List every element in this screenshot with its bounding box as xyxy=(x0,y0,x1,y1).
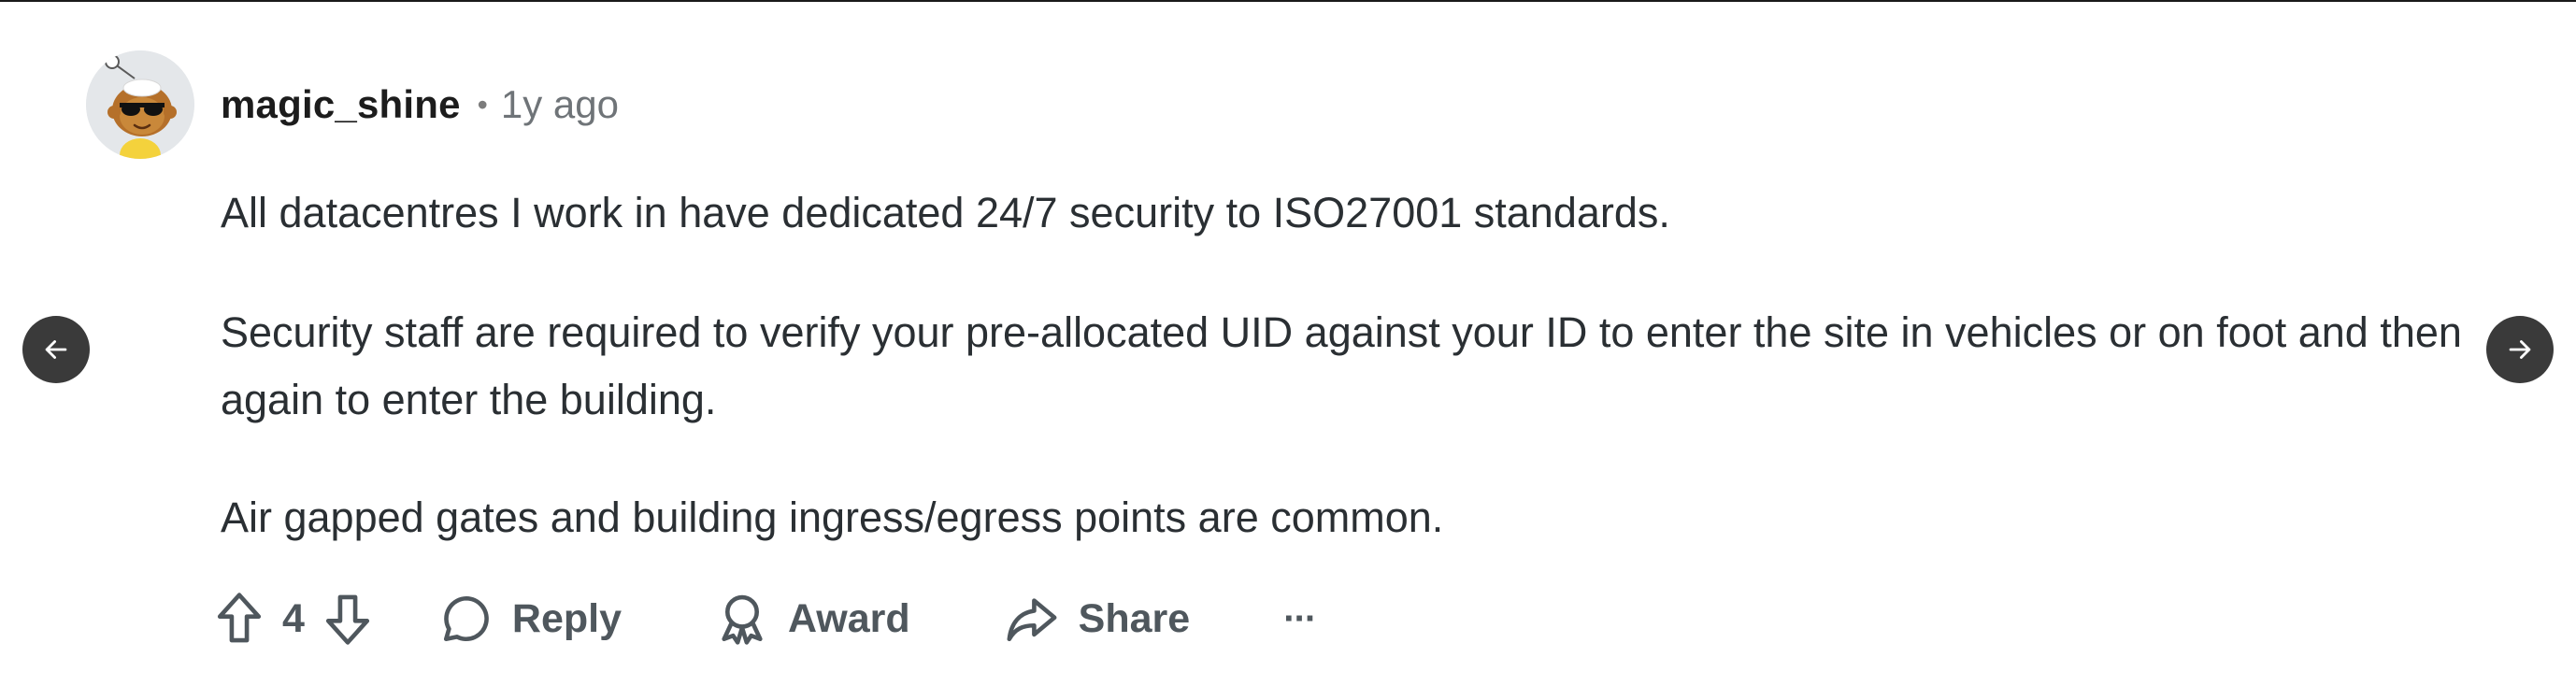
comment-bubble-icon xyxy=(443,595,489,642)
award-button[interactable]: Award xyxy=(715,592,910,646)
vote-count: 4 xyxy=(282,595,305,641)
comment-paragraph: Air gapped gates and building ingress/eg… xyxy=(221,493,1444,541)
avatar[interactable] xyxy=(86,50,194,159)
username-link[interactable]: magic_shine xyxy=(221,82,461,127)
downvote-button[interactable] xyxy=(322,591,374,647)
award-icon xyxy=(722,594,763,645)
comment-header: magic_shine • 1y ago xyxy=(221,79,619,131)
upvote-button[interactable] xyxy=(213,591,265,647)
share-label: Share xyxy=(1078,595,1191,641)
comment-page: magic_shine • 1y ago All datacentres I w… xyxy=(0,0,2576,686)
more-options-icon: ··· xyxy=(1283,597,1317,639)
next-button[interactable] xyxy=(2486,316,2554,383)
previous-button[interactable] xyxy=(22,316,90,383)
share-arrow-icon xyxy=(1007,598,1057,642)
downvote-arrow-icon xyxy=(325,594,369,645)
comment-paragraph: All datacentres I work in have dedicated… xyxy=(221,189,1670,236)
snoo-avatar-icon xyxy=(86,50,194,159)
timestamp[interactable]: 1y ago xyxy=(501,82,619,127)
comment-actions: 4 Reply Award Share ··· xyxy=(213,581,1317,656)
reply-label: Reply xyxy=(511,595,623,641)
award-label: Award xyxy=(788,595,910,641)
comment-paragraph: Security staff are required to verify yo… xyxy=(221,308,2462,423)
upvote-arrow-icon xyxy=(217,593,262,643)
arrow-left-icon xyxy=(45,340,67,359)
meta-separator: • xyxy=(477,87,488,121)
reply-button[interactable]: Reply xyxy=(439,592,622,646)
share-button[interactable]: Share xyxy=(1004,592,1191,646)
more-options-button[interactable]: ··· xyxy=(1283,597,1317,640)
arrow-right-icon xyxy=(2509,340,2531,359)
